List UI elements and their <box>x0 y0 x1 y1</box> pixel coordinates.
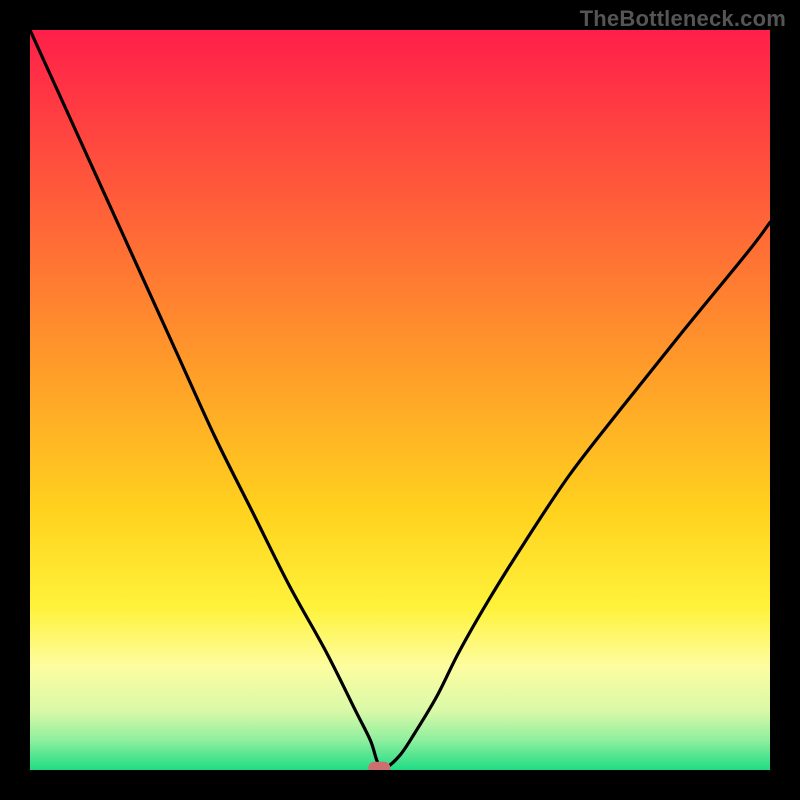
gradient-background <box>30 30 770 770</box>
plot-area <box>30 30 770 770</box>
chart-svg <box>30 30 770 770</box>
chart-frame: TheBottleneck.com <box>0 0 800 800</box>
optimum-marker <box>368 762 390 770</box>
watermark-text: TheBottleneck.com <box>580 6 786 32</box>
